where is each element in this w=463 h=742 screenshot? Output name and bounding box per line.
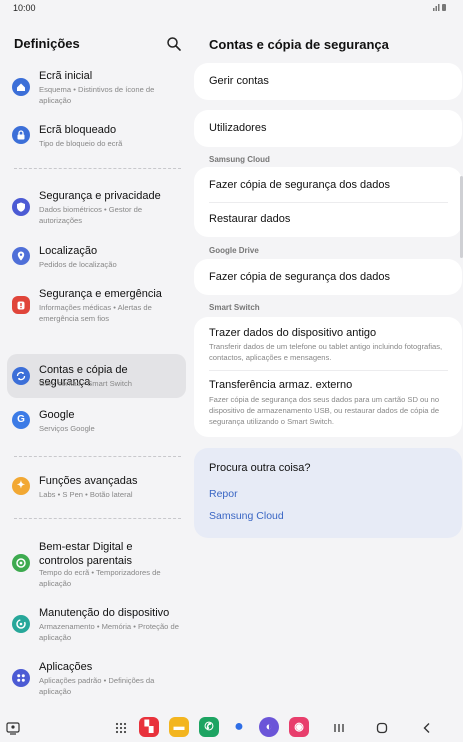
google-backup-item[interactable]: Fazer cópia de segurança dos dados — [209, 271, 448, 283]
flipboard-icon[interactable]: ▚ — [139, 717, 159, 737]
maintenance-icon — [12, 615, 30, 633]
screen-capture-button[interactable] — [4, 719, 22, 737]
sidebar-item-home-screen[interactable]: Ecrã inicial Esquema • Distintivos de íc… — [7, 66, 186, 110]
sidebar-item-safety-emergency[interactable]: Segurança e emergência Informações médic… — [7, 284, 186, 328]
manage-accounts-item[interactable]: Gerir contas — [209, 75, 448, 87]
back-button[interactable] — [418, 719, 436, 737]
sidebar-item-lock-screen[interactable]: Ecrã bloqueado Tipo de bloqueio do ecrã — [7, 120, 186, 152]
wellbeing-icon — [12, 554, 30, 572]
files-icon[interactable]: ▬ — [169, 717, 189, 737]
sidebar-header: Definições — [0, 16, 193, 56]
home-icon — [12, 78, 30, 96]
google-icon: G — [12, 411, 30, 429]
google-drive-card: Fazer cópia de segurança dos dados — [194, 259, 462, 295]
back-icon — [423, 723, 430, 733]
sidebar-title: Definições — [14, 36, 80, 51]
phone-icon[interactable]: ✆ — [199, 717, 219, 737]
internet-icon[interactable]: ◐ — [259, 717, 279, 737]
home-button[interactable] — [373, 719, 391, 737]
sidebar-item-accounts-backup[interactable]: Contas e cópia de segurança Gerir contas… — [7, 354, 186, 398]
samsung-cloud-link[interactable]: Samsung Cloud — [209, 510, 284, 522]
sidebar-item-label: Segurança e emergência — [39, 288, 162, 300]
sidebar-item-label: Localização — [39, 245, 98, 257]
sidebar-item-device-care[interactable]: Manutenção do dispositivo Armazenamento … — [7, 603, 186, 647]
recents-icon — [334, 724, 344, 732]
bring-data-item[interactable]: Trazer dados do dispositivo antigo — [209, 327, 448, 339]
row-separator — [209, 202, 448, 203]
google-drive-header: Google Drive — [209, 246, 259, 255]
sidebar-item-subtitle: Dados biométricos • Gestor de autorizaçõ… — [39, 205, 143, 225]
bring-data-subtitle: Transferir dados de um telefone ou table… — [209, 342, 443, 362]
search-icon — [167, 37, 181, 51]
sidebar-item-label: Google — [39, 409, 75, 421]
sidebar-item-apps[interactable]: Aplicações Aplicações padrão • Definiçõe… — [7, 657, 186, 701]
status-bar: 10:00 — [0, 0, 463, 16]
users-item[interactable]: Utilizadores — [209, 122, 448, 134]
accounts-backup-panel: Contas e cópia de segurança Gerir contas… — [194, 16, 463, 716]
camera-icon[interactable]: ◉ — [289, 717, 309, 737]
sidebar-item-subtitle: Pedidos de localização — [39, 260, 117, 269]
sidebar-item-label: Manutenção do dispositivo — [39, 607, 170, 619]
smart-switch-card: Trazer dados do dispositivo antigo Trans… — [194, 317, 462, 437]
section-divider — [14, 456, 181, 457]
sidebar-item-subtitle: Esquema • Distintivos de ícone de aplica… — [39, 85, 155, 105]
apps-icon — [12, 669, 30, 687]
sidebar-item-subtitle: Aplicações padrão • Definições da aplica… — [39, 676, 155, 696]
star-gear-icon: ✦ — [12, 477, 30, 495]
samsung-cloud-card: Fazer cópia de segurança dos dados Resta… — [194, 167, 462, 237]
samsung-cloud-header: Samsung Cloud — [209, 155, 270, 164]
sidebar-item-label: Bem-estar Digital e controlos parentais — [39, 541, 133, 567]
page-title: Contas e cópia de segurança — [209, 37, 389, 52]
status-time: 10:00 — [13, 3, 36, 13]
messages-icon[interactable]: ● — [229, 717, 249, 737]
emergency-icon — [12, 296, 30, 314]
external-transfer-subtitle: Fazer cópia de segurança dos seus dados … — [209, 395, 440, 426]
looking-for-card: Procura outra coisa? Repor Samsung Cloud — [194, 448, 462, 538]
sync-icon — [12, 367, 30, 385]
signal-icon — [433, 4, 446, 11]
shield-icon — [12, 198, 30, 216]
sidebar-item-subtitle: Armazenamento • Memória • Proteção de ap… — [39, 622, 179, 642]
sidebar-item-digital-wellbeing[interactable]: Bem-estar Digital e controlos parentais … — [7, 536, 186, 592]
sidebar-item-subtitle: Serviços Google — [39, 424, 95, 433]
settings-sidebar: Definições Ecrã inicial Esquema • Distin… — [0, 16, 193, 716]
sidebar-item-subtitle: Tipo de bloqueio do ecrã — [39, 139, 123, 148]
signal-battery-icon — [433, 3, 447, 13]
smart-switch-header: Smart Switch — [209, 303, 260, 312]
sidebar-item-subtitle: Labs • S Pen • Botão lateral — [39, 490, 133, 499]
restore-data-item[interactable]: Restaurar dados — [209, 213, 448, 225]
lock-icon — [12, 126, 30, 144]
sidebar-item-label: Ecrã inicial — [39, 70, 93, 82]
home-icon — [376, 722, 388, 734]
sidebar-item-label: Ecrã bloqueado — [39, 124, 117, 136]
users-card: Utilizadores — [194, 110, 462, 147]
app-drawer-icon — [115, 722, 127, 734]
sidebar-item-subtitle: Informações médicas • Alertas de emergên… — [39, 303, 152, 323]
sidebar-item-advanced-features[interactable]: ✦ Funções avançadas Labs • S Pen • Botão… — [7, 471, 186, 503]
recents-button[interactable] — [330, 719, 348, 737]
section-divider — [14, 518, 181, 519]
row-separator — [209, 370, 448, 371]
sidebar-item-subtitle: Tempo do ecrã • Temporizadores de aplica… — [39, 568, 161, 588]
section-divider — [14, 168, 181, 169]
sidebar-item-subtitle: Gerir contas • Smart Switch — [39, 379, 132, 388]
sidebar-item-label: Funções avançadas — [39, 475, 138, 487]
sidebar-item-label: Segurança e privacidade — [39, 190, 161, 202]
sidebar-item-location[interactable]: Localização Pedidos de localização — [7, 241, 186, 273]
search-button[interactable] — [166, 36, 182, 52]
sidebar-item-label: Aplicações — [39, 661, 93, 673]
external-transfer-item[interactable]: Transferência armaz. externo — [209, 379, 448, 391]
looking-for-title: Procura outra coisa? — [209, 462, 311, 474]
sidebar-item-google[interactable]: G Google Serviços Google — [7, 405, 186, 437]
location-icon — [12, 247, 30, 265]
sidebar-item-security-privacy[interactable]: Segurança e privacidade Dados biométrico… — [7, 186, 186, 230]
reset-link[interactable]: Repor — [209, 488, 238, 500]
screen-capture-icon — [6, 722, 20, 735]
app-drawer-button[interactable] — [112, 719, 130, 737]
samsung-backup-item[interactable]: Fazer cópia de segurança dos dados — [209, 179, 448, 191]
manage-accounts-card: Gerir contas — [194, 63, 462, 100]
taskbar: ▚ ▬ ✆ ● ◐ ◉ — [0, 716, 463, 742]
